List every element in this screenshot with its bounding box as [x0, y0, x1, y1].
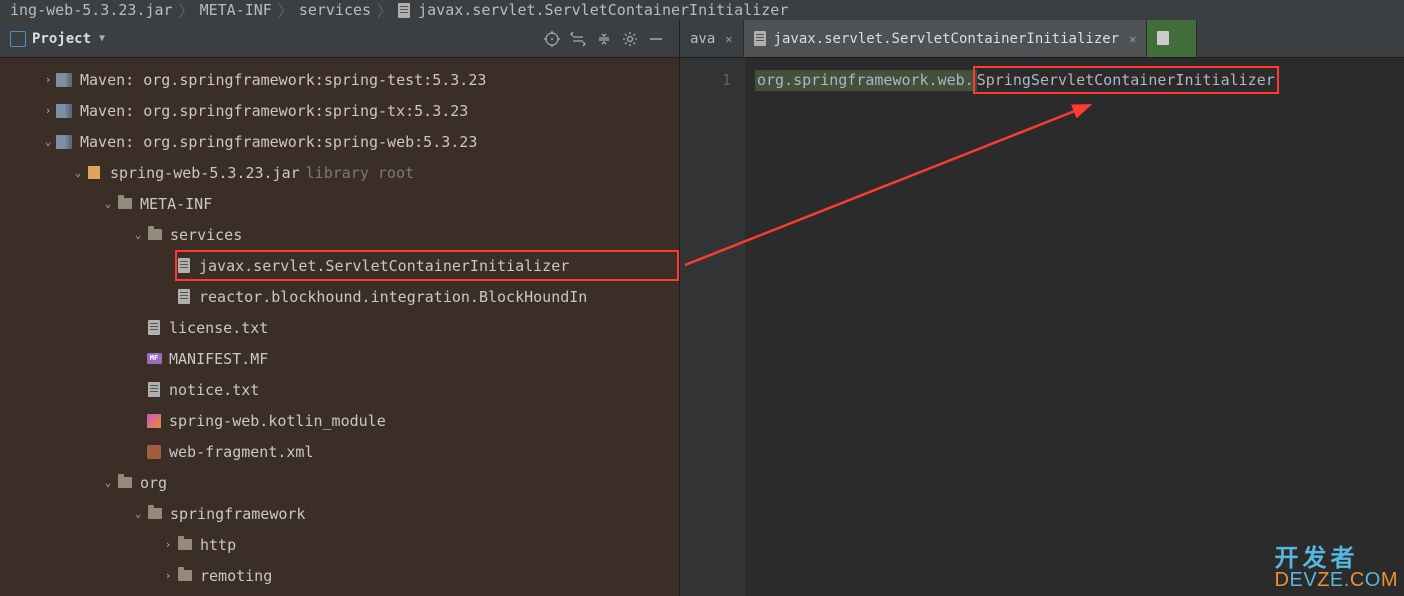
- chevron-down-icon[interactable]: ⌄: [70, 158, 86, 188]
- tab-label: ava: [690, 31, 715, 47]
- chevron-icon: 〉: [179, 0, 194, 20]
- folder-icon: [176, 567, 194, 585]
- tree-license-file[interactable]: license.txt: [0, 312, 679, 343]
- chevron-down-icon[interactable]: ⌄: [40, 127, 56, 157]
- folder-icon: [146, 226, 164, 244]
- xml-icon: [145, 443, 163, 461]
- kotlin-icon: [145, 412, 163, 430]
- tree-label: springframework: [170, 499, 305, 529]
- gear-icon[interactable]: [617, 26, 643, 52]
- tree-remoting[interactable]: › remoting: [0, 560, 679, 591]
- chevron-icon: 〉: [278, 0, 293, 20]
- tree-label: web-fragment.xml: [169, 437, 314, 467]
- editor-tabs: ava ✕ javax.servlet.ServletContainerIniti…: [680, 20, 1404, 58]
- close-icon[interactable]: ✕: [1129, 32, 1136, 46]
- gutter: 1: [680, 58, 745, 596]
- crumb-file[interactable]: javax.servlet.ServletContainerInitialize…: [418, 1, 788, 19]
- crumb-jar[interactable]: ing-web-5.3.23.jar: [10, 1, 173, 19]
- crumb-metainf[interactable]: META-INF: [200, 1, 272, 19]
- tree-maven-tx[interactable]: › Maven: org.springframework:spring-tx:5.…: [0, 95, 679, 126]
- close-icon[interactable]: ✕: [725, 32, 732, 46]
- code-package: org.springframework.web.: [755, 70, 977, 91]
- folder-icon: [146, 505, 164, 523]
- tab-other[interactable]: [1147, 20, 1197, 57]
- chevron-down-icon[interactable]: ⌄: [130, 220, 146, 250]
- tab-sci[interactable]: javax.servlet.ServletContainerInitialize…: [744, 20, 1148, 57]
- tab-label: javax.servlet.ServletContainerInitialize…: [774, 31, 1120, 47]
- crumb-services[interactable]: services: [299, 1, 371, 19]
- tree-hint: library root: [306, 158, 414, 188]
- tree-label: reactor.blockhound.integration.BlockHoun…: [199, 282, 587, 312]
- tree-jar[interactable]: ⌄ spring-web-5.3.23.jarlibrary root: [0, 157, 679, 188]
- tree-label: Maven: org.springframework:spring-test:5…: [80, 65, 486, 95]
- folder-icon: [116, 474, 134, 492]
- tree-label: services: [170, 220, 242, 250]
- code-content[interactable]: org.springframework.web.SpringServletCon…: [745, 58, 1404, 596]
- tree-http[interactable]: › http: [0, 529, 679, 560]
- expand-icon[interactable]: [565, 26, 591, 52]
- tree-label: spring-web-5.3.23.jar: [110, 158, 300, 188]
- tree-label: remoting: [200, 561, 272, 591]
- tree-notice-file[interactable]: notice.txt: [0, 374, 679, 405]
- chevron-right-icon[interactable]: ›: [40, 65, 56, 95]
- chevron-right-icon[interactable]: ›: [40, 96, 56, 126]
- tree-label: javax.servlet.ServletContainerInitialize…: [199, 251, 569, 281]
- project-title[interactable]: Project: [32, 31, 91, 47]
- tree-label: Maven: org.springframework:spring-web:5.…: [80, 127, 477, 157]
- tree-label: Maven: org.springframework:spring-tx:5.3…: [80, 96, 468, 126]
- file-icon: [1157, 31, 1171, 47]
- collapse-icon[interactable]: [591, 26, 617, 52]
- project-sidebar: Project ▼ › Maven: org.springframework:sp…: [0, 20, 680, 596]
- chevron-down-icon[interactable]: ▼: [99, 33, 105, 44]
- tree-manifest-file[interactable]: MF MANIFEST.MF: [0, 343, 679, 374]
- tree-webfrag-file[interactable]: web-fragment.xml: [0, 436, 679, 467]
- tree-label: http: [200, 530, 236, 560]
- file-icon: [145, 381, 163, 399]
- tree-org[interactable]: ⌄ org: [0, 467, 679, 498]
- tree-metainf[interactable]: ⌄ META-INF: [0, 188, 679, 219]
- breadcrumb: ing-web-5.3.23.jar 〉 META-INF 〉 services…: [0, 0, 1404, 20]
- project-tree: › Maven: org.springframework:spring-test:…: [0, 58, 679, 596]
- file-icon: [398, 3, 412, 17]
- editor-area: ava ✕ javax.servlet.ServletContainerIniti…: [680, 20, 1404, 596]
- minimize-icon[interactable]: [643, 26, 669, 52]
- tree-label: notice.txt: [169, 375, 259, 405]
- chevron-down-icon[interactable]: ⌄: [130, 499, 146, 529]
- tree-label: META-INF: [140, 189, 212, 219]
- chevron-right-icon[interactable]: ›: [160, 561, 176, 591]
- tree-reactor-file[interactable]: reactor.blockhound.integration.BlockHoun…: [0, 281, 679, 312]
- folder-icon: [116, 195, 134, 213]
- file-icon: [175, 288, 193, 306]
- library-icon: [56, 102, 74, 120]
- tree-maven-test[interactable]: › Maven: org.springframework:spring-test:…: [0, 64, 679, 95]
- target-icon[interactable]: [539, 26, 565, 52]
- file-icon: [754, 31, 768, 47]
- sidebar-header: Project ▼: [0, 20, 679, 58]
- tree-label: org: [140, 468, 167, 498]
- jar-icon: [86, 164, 104, 182]
- chevron-right-icon[interactable]: ›: [160, 530, 176, 560]
- project-icon: [10, 31, 26, 47]
- code-classname: SpringServletContainerInitializer: [977, 71, 1275, 89]
- library-icon: [56, 71, 74, 89]
- library-icon: [56, 133, 74, 151]
- tree-services[interactable]: ⌄ services: [0, 219, 679, 250]
- tree-maven-web[interactable]: ⌄ Maven: org.springframework:spring-web:5…: [0, 126, 679, 157]
- manifest-icon: MF: [145, 350, 163, 368]
- file-icon: [145, 319, 163, 337]
- tree-label: license.txt: [169, 313, 268, 343]
- tree-sci-file[interactable]: javax.servlet.ServletContainerInitialize…: [0, 250, 679, 281]
- chevron-icon: 〉: [377, 0, 392, 20]
- tree-kotlin-file[interactable]: spring-web.kotlin_module: [0, 405, 679, 436]
- tab-java[interactable]: ava ✕: [680, 20, 744, 57]
- tree-label: MANIFEST.MF: [169, 344, 268, 374]
- file-icon: [175, 257, 193, 275]
- line-number: 1: [680, 68, 731, 92]
- chevron-down-icon[interactable]: ⌄: [100, 468, 116, 498]
- tree-springfw[interactable]: ⌄ springframework: [0, 498, 679, 529]
- folder-icon: [176, 536, 194, 554]
- tree-label: spring-web.kotlin_module: [169, 406, 386, 436]
- chevron-down-icon[interactable]: ⌄: [100, 189, 116, 219]
